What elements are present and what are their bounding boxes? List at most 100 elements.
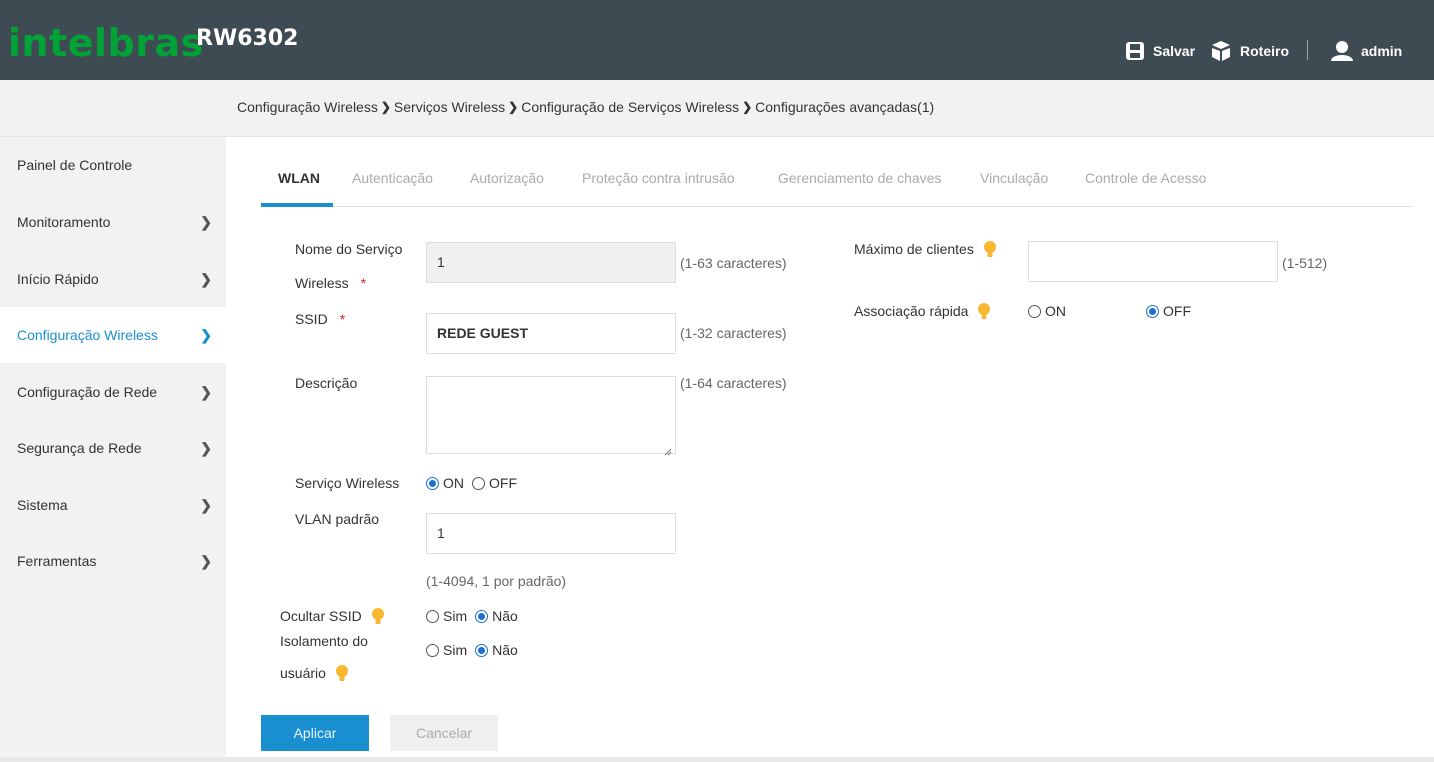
breadcrumb-item[interactable]: Configuração Wireless	[237, 99, 378, 115]
wireless-service-radio-group: ON OFF	[426, 475, 525, 491]
radio-label: OFF	[1163, 303, 1191, 319]
tab-access-control[interactable]: Controle de Acesso	[1085, 170, 1206, 186]
sidebar-item-network-security[interactable]: Segurança de Rede ❯	[0, 420, 226, 476]
sidebar-item-wireless-config[interactable]: Configuração Wireless ❯	[0, 307, 226, 363]
service-name-label-line2: Wireless	[295, 275, 349, 291]
max-clients-input[interactable]	[1028, 241, 1278, 282]
required-mark: *	[360, 275, 367, 291]
box-icon	[1212, 41, 1230, 61]
description-textarea[interactable]	[426, 376, 676, 454]
sidebar: Painel de Controle Monitoramento ❯ Iníci…	[0, 137, 226, 762]
default-vlan-label: VLAN padrão	[295, 511, 380, 527]
radio-label: ON	[1045, 303, 1066, 319]
tab-intrusion-protection[interactable]: Proteção contra intrusão	[582, 170, 735, 186]
chevron-right-icon: ❯	[508, 100, 519, 114]
default-vlan-input[interactable]: 1	[426, 513, 676, 554]
fast-association-off-radio[interactable]: OFF	[1146, 303, 1191, 319]
sidebar-item-label: Monitoramento	[17, 214, 111, 230]
radio-label: OFF	[489, 475, 517, 491]
max-clients-label: Máximo de clientes	[854, 241, 974, 257]
top-header: intelbras RW6302 Salvar Roteiro admin	[0, 0, 1434, 80]
breadcrumb: Configuração Wireless ❯ Serviços Wireless…	[237, 99, 934, 115]
lightbulb-icon[interactable]	[983, 241, 996, 259]
radio-label: Sim	[443, 642, 468, 658]
brand-logo: intelbras	[8, 21, 204, 65]
sidebar-item-quick-start[interactable]: Início Rápido ❯	[0, 251, 226, 307]
radio-unchecked-icon	[426, 643, 439, 657]
user-isolation-label-wrap: usuário	[280, 662, 348, 684]
service-name-label: Wireless *	[295, 267, 366, 300]
radio-checked-icon	[426, 476, 439, 490]
bottom-scrollbar-track	[0, 757, 1434, 762]
lightbulb-icon[interactable]	[978, 303, 991, 321]
wireless-service-on-radio[interactable]: ON	[426, 475, 464, 491]
apply-button[interactable]: Aplicar	[261, 715, 369, 751]
hide-ssid-no-radio[interactable]: Não	[475, 608, 518, 624]
chevron-right-icon: ❯	[200, 271, 212, 287]
sidebar-item-label: Sistema	[17, 497, 68, 513]
radio-unchecked-icon	[1028, 304, 1041, 318]
chevron-right-icon: ❯	[200, 440, 212, 456]
save-button[interactable]: Salvar	[1125, 40, 1195, 62]
lightbulb-icon[interactable]	[371, 608, 384, 626]
user-isolation-radio-group: Sim Não	[426, 642, 526, 658]
user-isolation-yes-radio[interactable]: Sim	[426, 642, 467, 658]
max-clients-label-wrap: Máximo de clientes	[854, 233, 996, 266]
chevron-right-icon: ❯	[380, 100, 391, 114]
save-label: Salvar	[1153, 43, 1196, 59]
radio-checked-icon	[1146, 304, 1159, 318]
resize-handle-icon[interactable]	[664, 443, 672, 456]
service-name-input[interactable]: 1	[426, 242, 676, 283]
lightbulb-icon[interactable]	[335, 665, 348, 683]
cancel-button[interactable]: Cancelar	[390, 715, 498, 751]
sidebar-item-network-config[interactable]: Configuração de Rede ❯	[0, 364, 226, 420]
radio-unchecked-icon	[472, 476, 485, 490]
radio-label: Não	[492, 608, 518, 624]
fast-association-on-radio[interactable]: ON	[1028, 303, 1066, 319]
guide-label: Roteiro	[1240, 43, 1289, 59]
user-menu[interactable]: admin	[1331, 40, 1402, 62]
tab-key-management[interactable]: Gerenciamento de chaves	[778, 170, 941, 186]
wireless-service-label: Serviço Wireless	[295, 475, 400, 491]
header-divider	[1307, 40, 1308, 60]
sidebar-item-monitoring[interactable]: Monitoramento ❯	[0, 194, 226, 250]
user-isolation-no-radio[interactable]: Não	[475, 642, 518, 658]
tab-authorization[interactable]: Autorização	[470, 170, 544, 186]
breadcrumb-item[interactable]: Serviços Wireless	[394, 99, 505, 115]
breadcrumb-item[interactable]: Configuração de Serviços Wireless	[521, 99, 739, 115]
hide-ssid-yes-radio[interactable]: Sim	[426, 608, 467, 624]
user-icon	[1331, 41, 1353, 61]
fast-association-label-wrap: Associação rápida	[854, 295, 991, 328]
user-isolation-label-line1: Isolamento do	[280, 633, 368, 649]
tab-authentication[interactable]: Autenticação	[352, 170, 433, 186]
chevron-right-icon: ❯	[200, 384, 212, 400]
guide-button[interactable]: Roteiro	[1210, 40, 1289, 62]
radio-label: Não	[492, 642, 518, 658]
ssid-label-wrap: SSID *	[295, 303, 345, 336]
tab-bar: WLAN Autenticação Autorização Proteção c…	[261, 160, 1413, 207]
ssid-input[interactable]: REDE GUEST	[426, 313, 676, 354]
description-label: Descrição	[295, 375, 358, 391]
sidebar-item-label: Configuração Wireless	[17, 327, 158, 343]
fast-association-label: Associação rápida	[854, 303, 969, 319]
tab-wlan[interactable]: WLAN	[278, 170, 320, 186]
chevron-right-icon: ❯	[200, 214, 212, 230]
sidebar-item-system[interactable]: Sistema ❯	[0, 477, 226, 533]
default-vlan-hint: (1-4094, 1 por padrão)	[426, 573, 567, 589]
breadcrumb-item: Configurações avançadas(1)	[755, 99, 935, 115]
save-icon	[1126, 42, 1144, 60]
service-name-hint: (1-63 caracteres)	[680, 255, 787, 271]
sidebar-item-dashboard[interactable]: Painel de Controle	[0, 137, 226, 193]
wireless-service-off-radio[interactable]: OFF	[472, 475, 517, 491]
service-name-label-line1: Nome do Serviço	[295, 241, 403, 257]
tab-binding[interactable]: Vinculação	[980, 170, 1048, 186]
sidebar-item-label: Painel de Controle	[17, 157, 133, 173]
chevron-right-icon: ❯	[742, 100, 753, 114]
ssid-hint: (1-32 caracteres)	[680, 325, 787, 341]
radio-label: ON	[443, 475, 464, 491]
sidebar-item-tools[interactable]: Ferramentas ❯	[0, 533, 226, 589]
hide-ssid-radio-group: Sim Não	[426, 608, 526, 624]
user-label: admin	[1361, 43, 1403, 59]
chevron-right-icon: ❯	[200, 327, 212, 343]
radio-label: Sim	[443, 608, 468, 624]
